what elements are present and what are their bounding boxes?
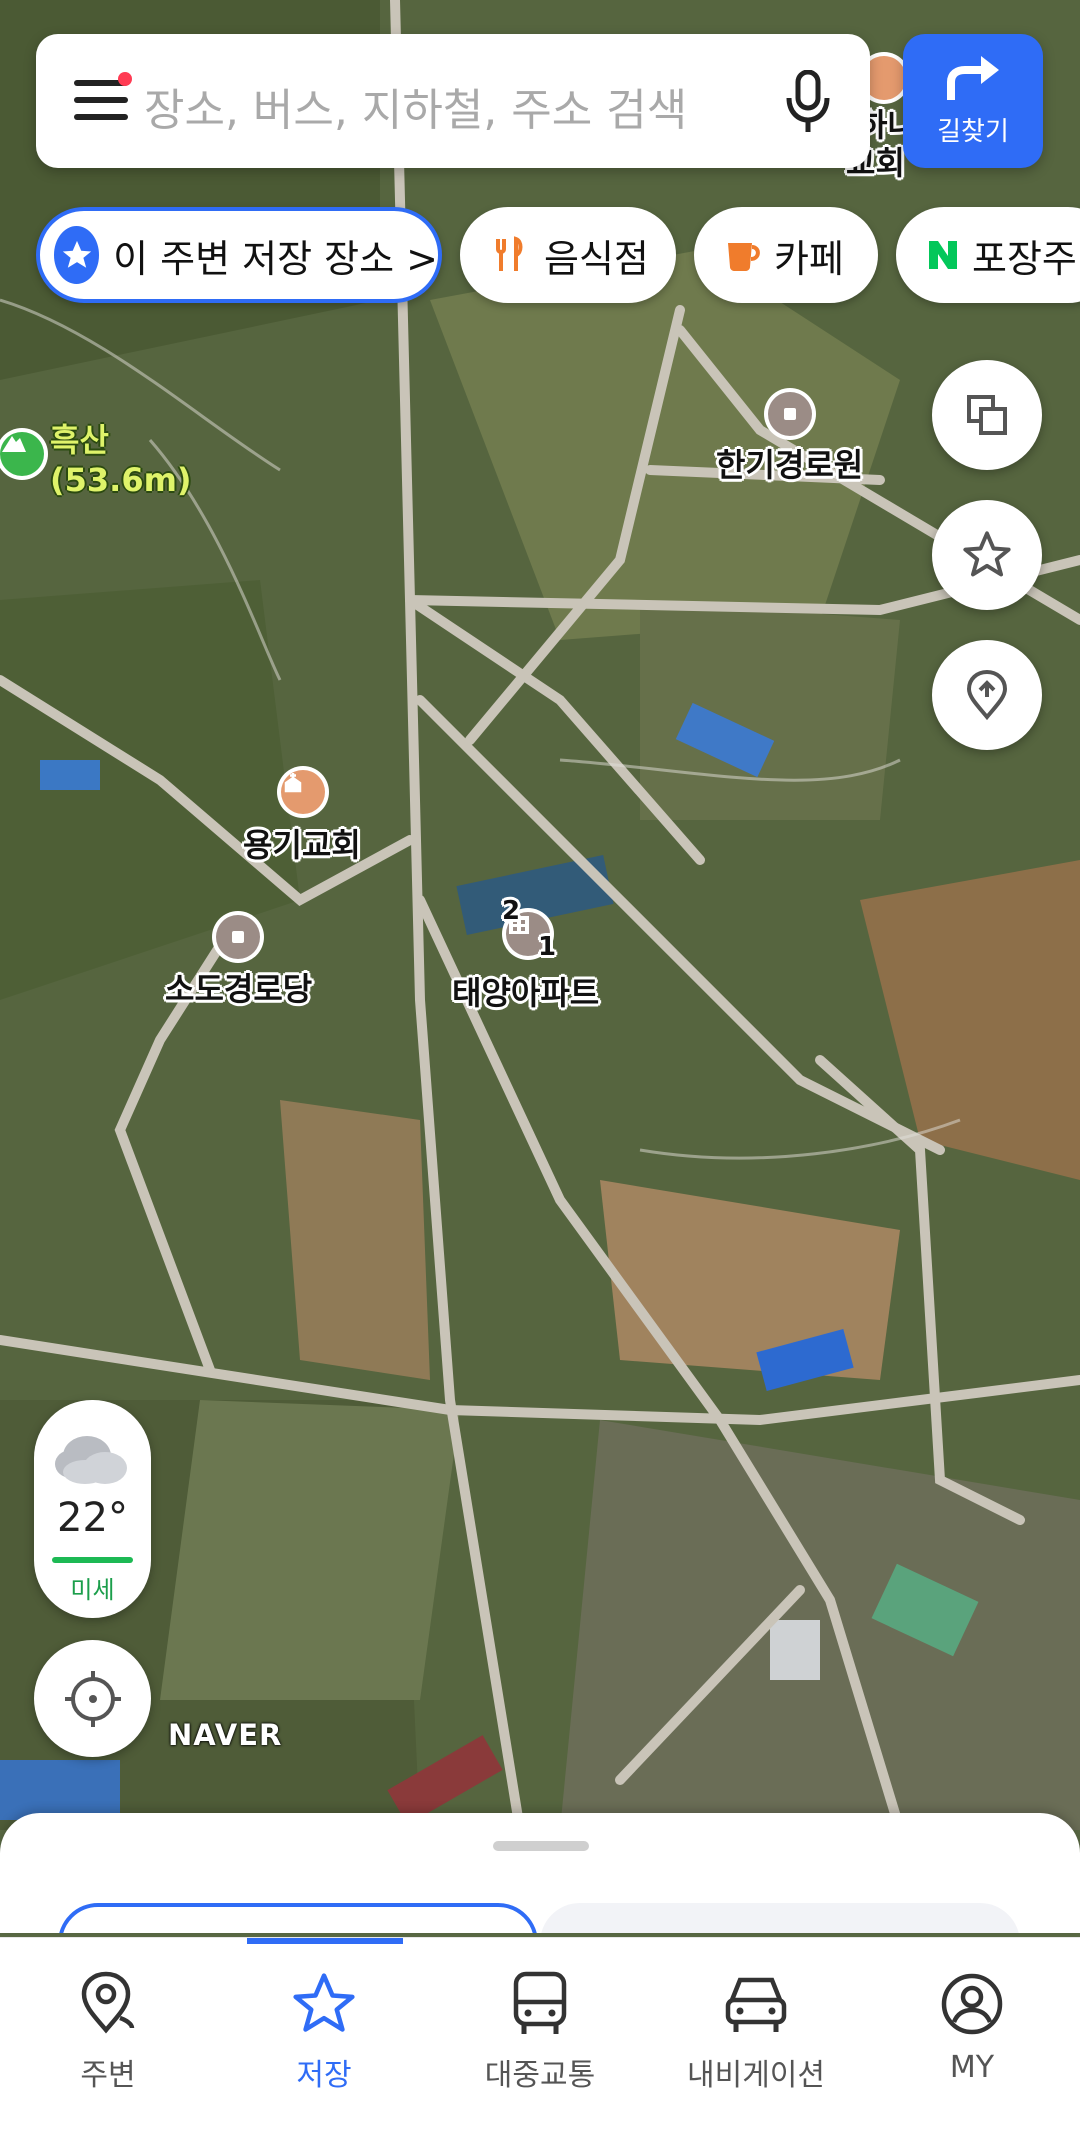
senior-center-icon[interactable] (216, 915, 260, 959)
nav-nearby[interactable]: 주변 (0, 1938, 216, 2131)
cloud-icon (55, 1436, 127, 1484)
naver-logo: NAVER (168, 1718, 283, 1752)
chip-saved-places[interactable]: 이 주변 저장 장소 > (36, 207, 442, 303)
menu-icon[interactable] (74, 72, 132, 120)
nav-transit[interactable]: 대중교통 (432, 1938, 648, 2131)
chip-takeout[interactable]: 포장주 (896, 207, 1080, 303)
star-icon (293, 1973, 355, 2032)
mountain-icon[interactable] (0, 432, 44, 476)
naver-n-icon (929, 241, 957, 269)
layers-button[interactable] (932, 360, 1042, 470)
car-icon (725, 1977, 787, 2032)
church-icon[interactable] (281, 770, 325, 814)
senior-center-label-1[interactable]: 한기경로원 (716, 440, 863, 486)
nav-label: 주변 (80, 2058, 136, 2093)
nearby-pin-icon (81, 1971, 135, 2034)
nav-my[interactable]: MY (864, 1938, 1080, 2131)
directions-button[interactable]: 길찾기 (903, 34, 1043, 168)
coffee-icon (728, 243, 760, 271)
dust-level-bar (52, 1557, 133, 1563)
sheet-tab-inactive[interactable] (540, 1903, 1020, 1933)
sheet-tab-active[interactable] (58, 1903, 538, 1933)
building-number: 2 (502, 896, 521, 926)
star-outline-icon (963, 531, 1011, 577)
nav-label: 대중교통 (484, 2058, 596, 2093)
crosshair-icon (64, 1670, 121, 1727)
search-bar[interactable]: 장소, 버스, 지하철, 주소 검색 (36, 34, 870, 168)
apartment-label[interactable]: 태양아파트 (452, 968, 599, 1014)
hill-height: (53.6m) (50, 461, 192, 499)
hill-name: 흑산 (50, 421, 109, 459)
nav-label: 저장 (296, 2058, 352, 2093)
microphone-icon[interactable] (784, 69, 832, 134)
profile-icon (941, 1973, 1003, 2035)
weather-widget[interactable]: 22° 미세 (34, 1400, 151, 1618)
chip-label: 이 주변 저장 장소 > (113, 236, 438, 281)
chip-label: 카페 (774, 236, 844, 281)
notification-dot (118, 72, 132, 86)
pin-button[interactable] (932, 640, 1042, 750)
church-label[interactable]: 용기교회 (243, 820, 361, 866)
nav-label: MY (949, 2050, 995, 2085)
favorites-button[interactable] (932, 500, 1042, 610)
chip-label: 음식점 (544, 236, 649, 281)
temperature: 22° (57, 1495, 128, 1541)
nav-saved[interactable]: 저장 (216, 1938, 432, 2131)
chip-label: 포장주 (972, 236, 1077, 281)
bottom-navigation: 주변 저장 대중교통 내비게이션 MY (0, 1937, 1080, 2131)
hill-label[interactable]: 흑산 (53.6m) (50, 415, 192, 499)
senior-center-icon[interactable] (768, 392, 812, 436)
turn-arrow-icon (947, 56, 999, 100)
current-location-button[interactable] (34, 1640, 151, 1757)
sheet-drag-handle[interactable] (493, 1841, 589, 1851)
bus-icon (513, 1971, 567, 2034)
search-input[interactable]: 장소, 버스, 지하철, 주소 검색 (144, 74, 687, 138)
chip-restaurant[interactable]: 음식점 (460, 207, 676, 303)
directions-label: 길찾기 (937, 117, 1009, 147)
bottom-sheet[interactable] (0, 1813, 1080, 1933)
fork-knife-icon (496, 236, 523, 271)
map-pin-icon (966, 669, 1008, 721)
senior-center-label-2[interactable]: 소도경로당 (165, 964, 312, 1010)
layers-icon (967, 395, 1007, 435)
chip-cafe[interactable]: 카페 (694, 207, 878, 303)
star-icon (54, 226, 100, 284)
dust-label: 미세 (70, 1576, 115, 1604)
building-number: 1 (538, 932, 557, 962)
nav-navigation[interactable]: 내비게이션 (648, 1938, 864, 2131)
nav-label: 내비게이션 (687, 2058, 825, 2093)
